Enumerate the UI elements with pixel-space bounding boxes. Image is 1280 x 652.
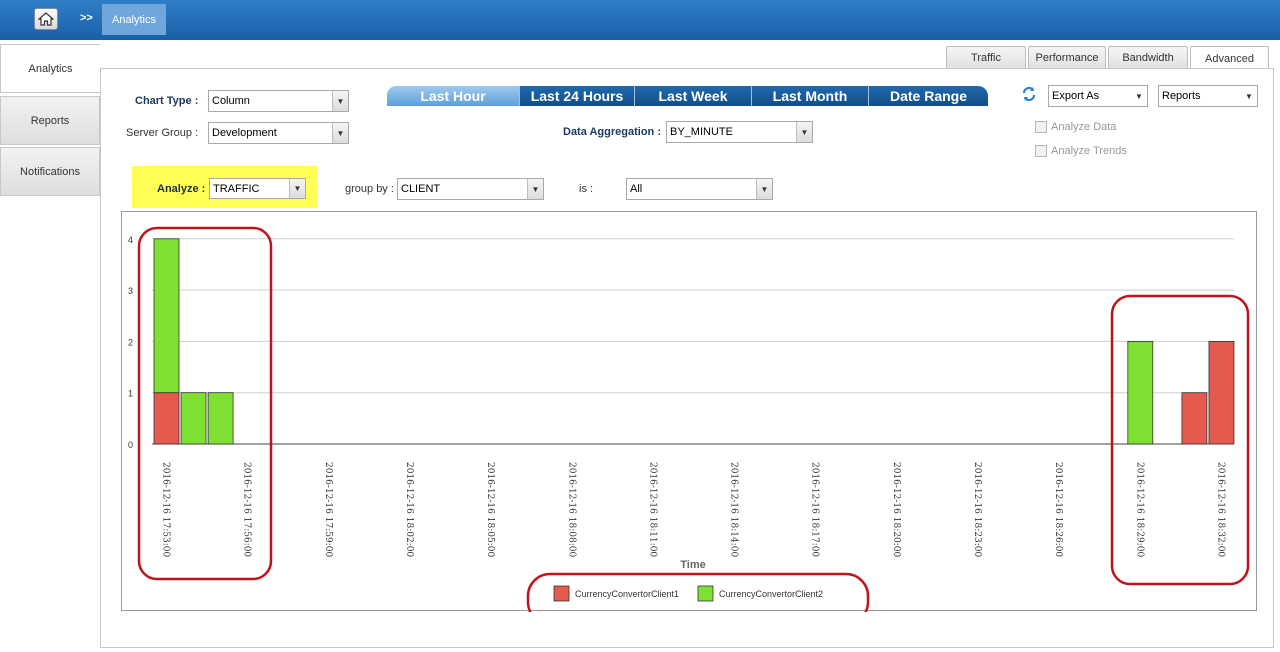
group-by-value: CLIENT — [401, 183, 441, 195]
chevron-down-icon: ▼ — [1131, 86, 1147, 106]
range-last-24-hours[interactable]: Last 24 Hours — [520, 86, 635, 106]
tab-advanced[interactable]: Advanced — [1190, 46, 1269, 70]
chevron-down-icon: ▼ — [1241, 86, 1257, 106]
nav-item-notifications[interactable]: Notifications — [0, 147, 100, 196]
bar-2 — [207, 392, 234, 445]
x-tick-label: 2016-12-16 18:26:00 — [1053, 462, 1063, 557]
group-by-select[interactable]: CLIENT ▼ — [397, 178, 544, 200]
data-aggregation-label: Data Aggregation : — [563, 126, 661, 138]
legend-swatch — [697, 585, 714, 602]
analyze-trends-option: Analyze Trends — [1035, 145, 1127, 157]
legend-swatch — [553, 585, 570, 602]
analyze-label: Analyze : — [157, 183, 206, 195]
is-value: All — [630, 183, 643, 195]
x-tick-label: 2016-12-16 18:11:00 — [647, 462, 657, 557]
chart-type-label: Chart Type : — [135, 95, 199, 107]
chevron-down-icon: ▼ — [796, 122, 812, 142]
tab-traffic[interactable]: Traffic — [946, 46, 1026, 69]
analyze-select[interactable]: TRAFFIC ▼ — [209, 178, 306, 199]
x-tick-label: 2016-12-16 18:23:00 — [972, 462, 982, 557]
traffic-chart: 0 1 2 3 4 2016-12-16 17:53:00 2016-12-16 17:56… — [128, 226, 1250, 612]
analyze-value: TRAFFIC — [213, 182, 260, 195]
x-tick-label: 2016-12-16 18:05:00 — [485, 462, 495, 557]
analyze-data-checkbox[interactable] — [1035, 121, 1047, 133]
x-tick-label: 2016-12-16 18:17:00 — [810, 462, 820, 557]
chevron-down-icon: ▼ — [527, 179, 543, 199]
bar-1 — [1181, 392, 1208, 445]
y-tick-label: 4 — [128, 235, 133, 245]
analyze-trends-label: Analyze Trends — [1051, 145, 1127, 157]
server-group-select[interactable]: Development ▼ — [208, 122, 349, 144]
legend-label: CurrencyConvertorClient2 — [719, 589, 823, 599]
is-label: is : — [579, 183, 594, 195]
chart-type-select[interactable]: Column ▼ — [208, 90, 349, 112]
range-last-hour[interactable]: Last Hour — [387, 86, 520, 106]
x-tick-label: 2016-12-16 18:32:00 — [1215, 462, 1225, 557]
tab-bandwidth[interactable]: Bandwidth — [1108, 46, 1188, 69]
range-last-month[interactable]: Last Month — [752, 86, 869, 106]
home-button[interactable] — [34, 8, 58, 30]
server-group-label: Server Group : — [126, 127, 199, 139]
chart-container: 0 1 2 3 4 2016-12-16 17:53:00 2016-12-16 17:56… — [121, 211, 1257, 612]
bar-1 — [1208, 340, 1235, 445]
x-tick-label: 2016-12-16 17:59:00 — [323, 462, 333, 557]
reports-select[interactable]: Reports ▼ — [1158, 85, 1258, 107]
range-last-week[interactable]: Last Week — [635, 86, 752, 106]
x-axis-label: Time — [680, 559, 705, 571]
refresh-icon[interactable] — [1021, 86, 1037, 102]
top-bar: >> Analytics — [0, 0, 1280, 40]
breadcrumb-analytics[interactable]: Analytics — [102, 4, 166, 35]
x-tick-label: 2016-12-16 18:20:00 — [891, 462, 901, 557]
is-select[interactable]: All ▼ — [626, 178, 773, 200]
bar-2 — [153, 238, 180, 394]
bar-2 — [1127, 340, 1154, 445]
export-as-select[interactable]: Export As ▼ — [1048, 85, 1148, 107]
y-tick-label: 2 — [128, 337, 133, 347]
range-date-range[interactable]: Date Range — [869, 86, 988, 106]
time-range-bar: Last Hour Last 24 Hours Last Week Last M… — [387, 86, 988, 106]
analyze-data-label: Analyze Data — [1051, 121, 1117, 133]
legend-label: CurrencyConvertorClient1 — [575, 589, 679, 599]
reports-value: Reports — [1162, 90, 1201, 102]
data-aggregation-value: BY_MINUTE — [670, 126, 733, 138]
group-by-label: group by : — [345, 183, 394, 195]
bar-2 — [180, 392, 207, 445]
data-aggregation-select[interactable]: BY_MINUTE ▼ — [666, 121, 813, 143]
bar-1 — [153, 392, 180, 445]
y-tick-label: 3 — [128, 286, 133, 296]
nav-item-analytics[interactable]: Analytics — [0, 44, 100, 93]
analyze-trends-checkbox[interactable] — [1035, 145, 1047, 157]
nav-item-reports[interactable]: Reports — [0, 96, 100, 145]
x-tick-label: 2016-12-16 18:02:00 — [404, 462, 414, 557]
tab-performance[interactable]: Performance — [1028, 46, 1106, 69]
y-tick-label: 0 — [128, 440, 133, 450]
chevron-down-icon: ▼ — [332, 123, 348, 143]
x-tick-label: 2016-12-16 18:29:00 — [1134, 462, 1144, 557]
x-tick-label: 2016-12-16 18:14:00 — [729, 462, 739, 557]
breadcrumb-separator: >> — [80, 12, 93, 24]
server-group-value: Development — [212, 127, 277, 139]
y-tick-label: 1 — [128, 389, 133, 399]
home-icon — [38, 12, 54, 26]
chart-type-value: Column — [212, 95, 250, 107]
x-tick-label: 2016-12-16 17:53:00 — [161, 462, 171, 557]
chevron-down-icon: ▼ — [289, 179, 305, 198]
x-tick-label: 2016-12-16 17:56:00 — [242, 462, 252, 557]
chevron-down-icon: ▼ — [756, 179, 772, 199]
export-as-value: Export As — [1052, 90, 1100, 102]
analyze-data-option: Analyze Data — [1035, 121, 1116, 133]
chevron-down-icon: ▼ — [332, 91, 348, 111]
x-tick-label: 2016-12-16 18:08:00 — [566, 462, 576, 557]
